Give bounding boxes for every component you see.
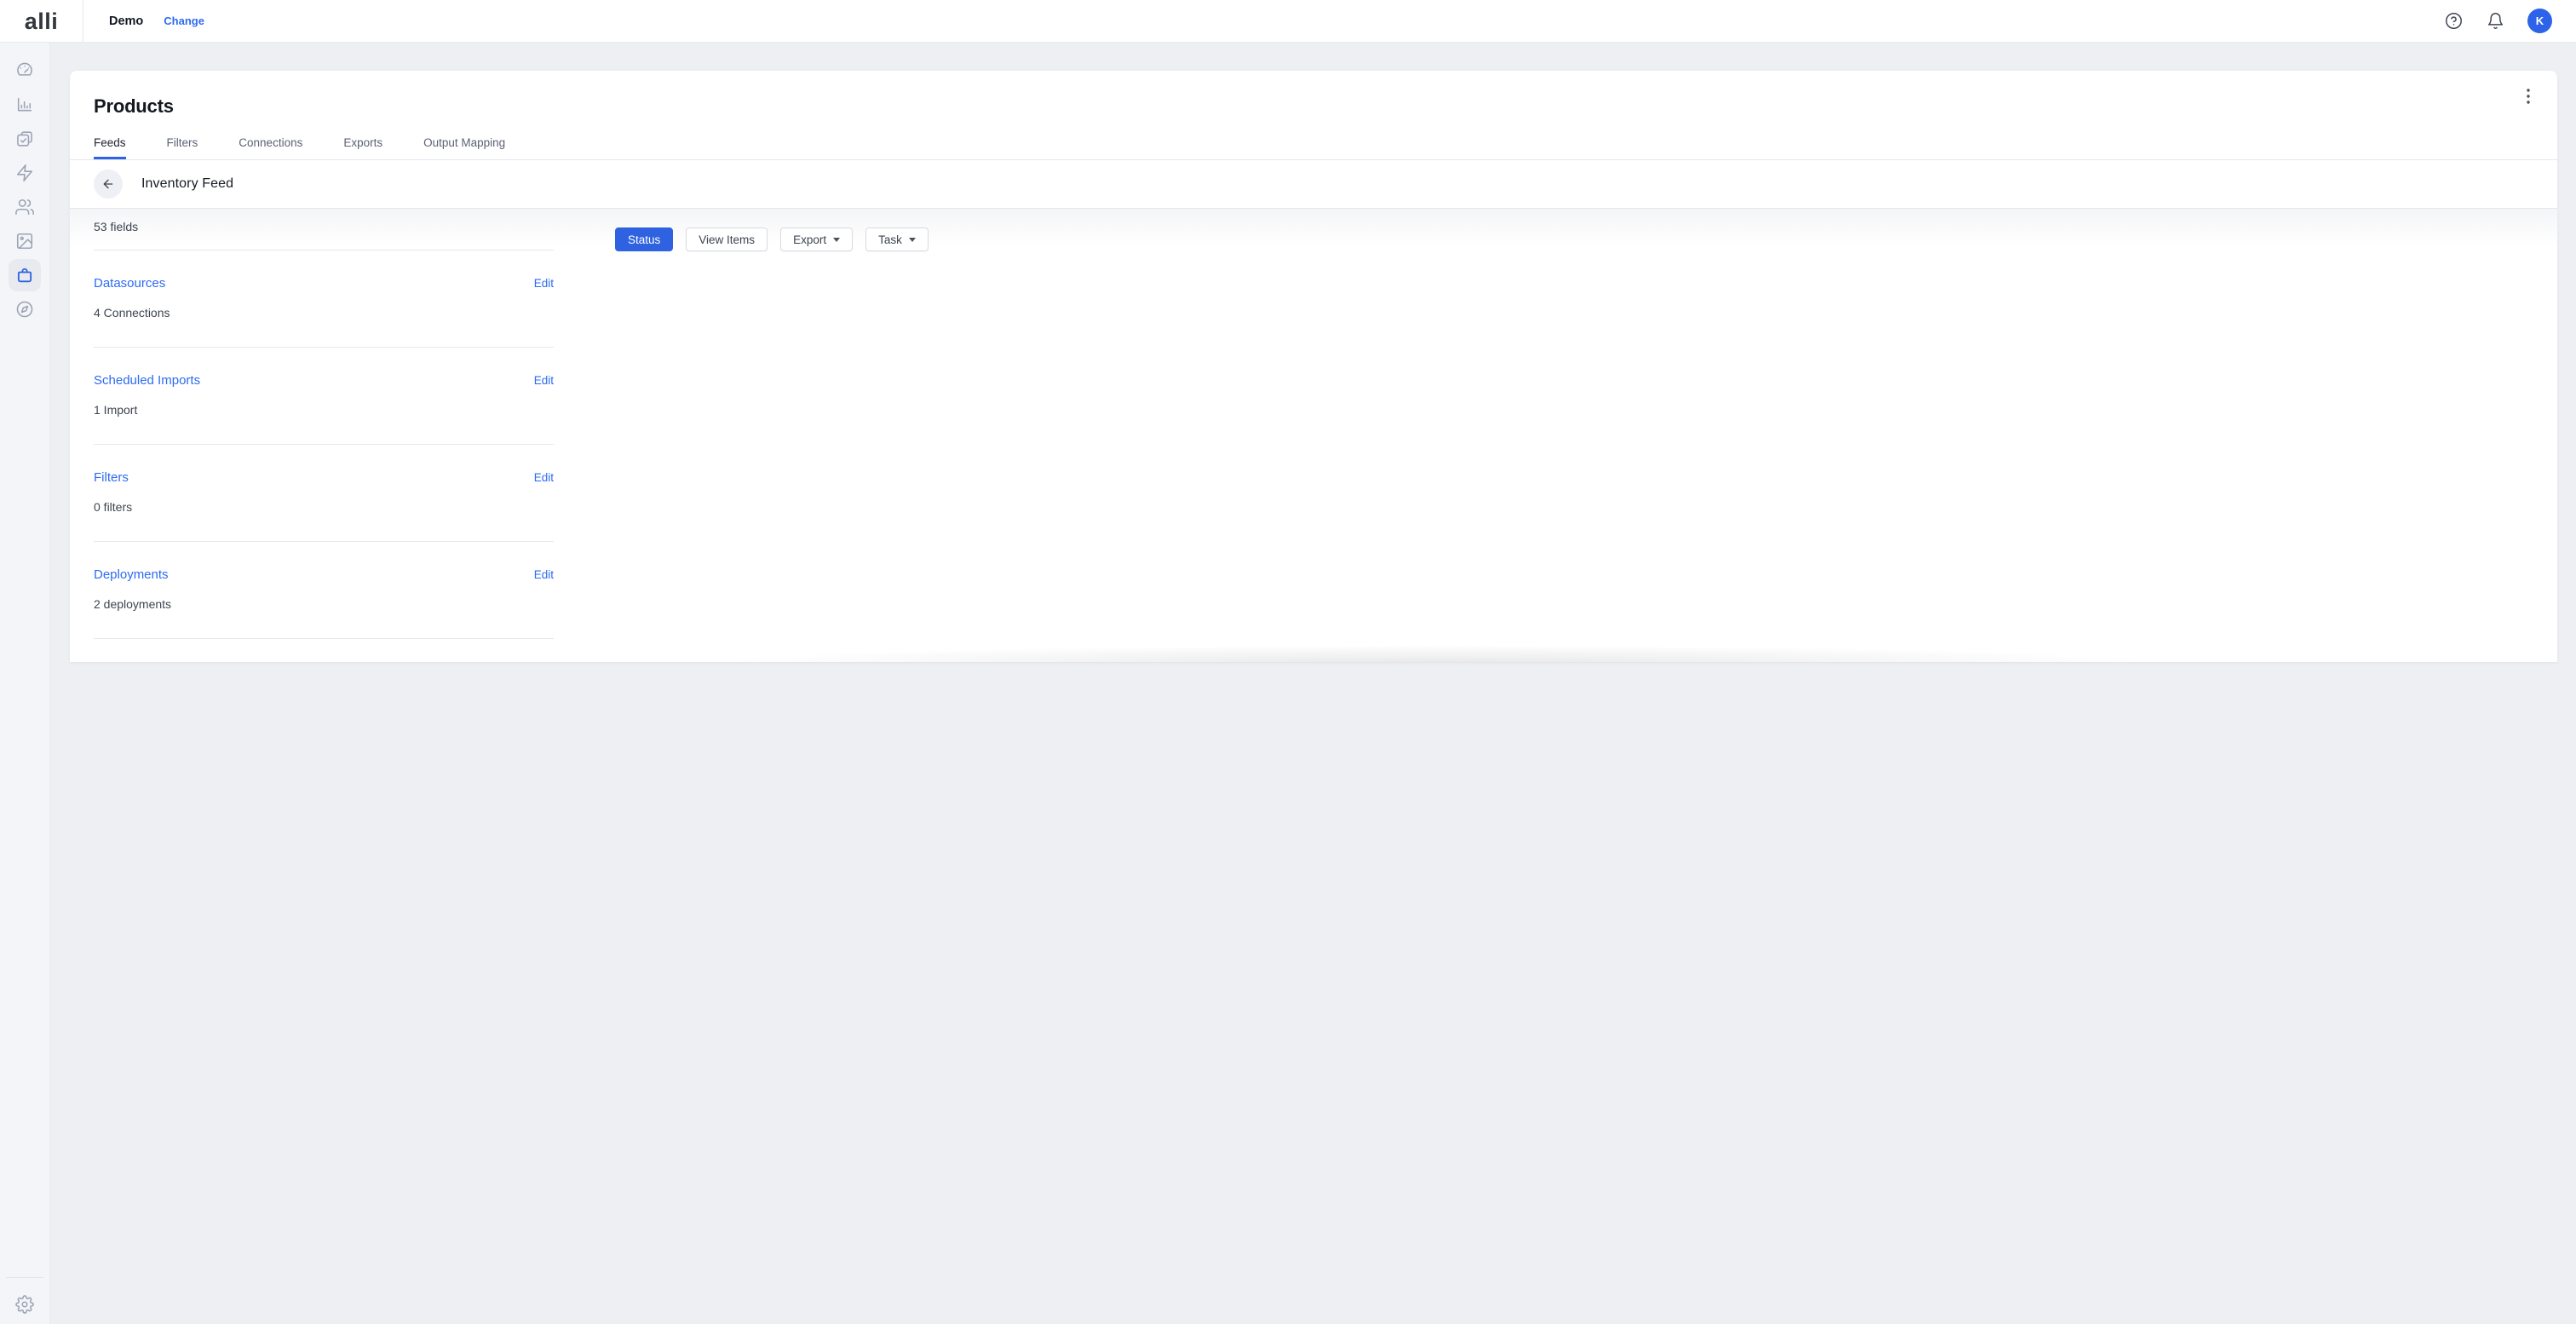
edit-link-datasources[interactable]: Edit	[534, 277, 554, 290]
notifications-button[interactable]	[2486, 12, 2504, 31]
fields-summary: 53 fields	[94, 209, 554, 250]
caret-down-icon	[909, 238, 916, 242]
sidebar-item-settings[interactable]	[9, 1288, 41, 1321]
edit-link-deployments[interactable]: Edit	[534, 568, 554, 581]
bell-icon	[2487, 12, 2504, 30]
sidebar-item-automations[interactable]	[9, 157, 41, 189]
section-head: Deployments Edit	[94, 567, 554, 582]
app-logo[interactable]: alli	[0, 0, 83, 43]
compass-icon	[15, 300, 34, 319]
change-workspace-link[interactable]: Change	[164, 14, 204, 27]
main-area: Products Feeds Filters Connections Exports O…	[50, 43, 2576, 1324]
card-header: Products	[94, 71, 2533, 118]
sidebar-item-discover[interactable]	[9, 293, 41, 325]
bar-chart-icon	[15, 95, 34, 114]
sidebar-item-dashboard[interactable]	[9, 55, 41, 87]
section-link-filters[interactable]: Filters	[94, 470, 129, 485]
lightning-icon	[15, 164, 34, 182]
section-deployments: Deployments Edit 2 deployments	[94, 542, 554, 639]
clipboard-check-icon	[15, 130, 34, 148]
tab-exports[interactable]: Exports	[343, 136, 382, 159]
section-scheduled-imports: Scheduled Imports Edit 1 Import	[94, 348, 554, 445]
sidebar-item-products[interactable]	[9, 259, 41, 291]
avatar[interactable]: K	[2527, 9, 2552, 33]
feed-summary-column: 53 fields Datasources Edit 4 Connections Sc…	[94, 209, 554, 639]
feed-actions: Status View Items Export Task	[615, 227, 929, 251]
sidebar-item-reports[interactable]	[9, 89, 41, 121]
section-count-datasources: 4 Connections	[94, 306, 554, 319]
sidebar-item-tasks[interactable]	[9, 123, 41, 155]
section-link-deployments[interactable]: Deployments	[94, 567, 169, 582]
task-dropdown-button[interactable]: Task	[865, 227, 929, 251]
bottom-scroll-shadow	[716, 645, 2159, 662]
gauge-icon	[15, 61, 34, 80]
shopping-bag-icon	[15, 266, 34, 285]
card-menu-button[interactable]	[2523, 85, 2533, 107]
page-title: Products	[94, 95, 174, 118]
section-count-deployments: 2 deployments	[94, 597, 554, 611]
users-icon	[15, 198, 34, 216]
section-link-scheduled-imports[interactable]: Scheduled Imports	[94, 373, 200, 388]
section-link-datasources[interactable]: Datasources	[94, 276, 165, 291]
status-button[interactable]: Status	[615, 227, 673, 251]
feed-title: Inventory Feed	[141, 176, 233, 192]
section-datasources: Datasources Edit 4 Connections	[94, 250, 554, 348]
tab-connections[interactable]: Connections	[239, 136, 302, 159]
workspace-name: Demo	[109, 14, 143, 28]
section-count-filters: 0 filters	[94, 500, 554, 514]
export-button-label: Export	[793, 233, 826, 246]
edit-link-filters[interactable]: Edit	[534, 471, 554, 484]
sidebar-item-audiences[interactable]	[9, 191, 41, 223]
edit-link-scheduled-imports[interactable]: Edit	[534, 374, 554, 387]
caret-down-icon	[833, 238, 840, 242]
tab-feeds[interactable]: Feeds	[94, 136, 126, 159]
products-card: Products Feeds Filters Connections Exports O…	[70, 71, 2557, 662]
section-filters: Filters Edit 0 filters	[94, 445, 554, 542]
image-icon	[15, 232, 34, 250]
feed-header: Inventory Feed	[70, 160, 2557, 209]
view-items-button[interactable]: View Items	[686, 227, 768, 251]
task-button-label: Task	[878, 233, 902, 246]
tab-bar: Feeds Filters Connections Exports Output Map…	[70, 136, 2557, 160]
help-button[interactable]	[2444, 12, 2463, 31]
kebab-icon	[2527, 89, 2530, 104]
view-items-button-label: View Items	[699, 233, 755, 246]
feed-content: 53 fields Datasources Edit 4 Connections Sc…	[94, 209, 2533, 639]
section-head: Datasources Edit	[94, 276, 554, 291]
tab-filters[interactable]: Filters	[167, 136, 198, 159]
back-button[interactable]	[94, 170, 123, 199]
gear-icon	[15, 1295, 34, 1314]
tab-output-mapping[interactable]: Output Mapping	[423, 136, 505, 159]
sidebar-bottom	[0, 1269, 49, 1324]
section-head: Scheduled Imports Edit	[94, 373, 554, 388]
sidebar-divider	[6, 1277, 43, 1278]
status-button-label: Status	[628, 233, 660, 246]
export-dropdown-button[interactable]: Export	[780, 227, 853, 251]
section-count-scheduled-imports: 1 Import	[94, 403, 554, 417]
topbar: alli Demo Change K	[0, 0, 2576, 43]
help-icon	[2445, 12, 2463, 30]
sidebar	[0, 43, 50, 1324]
section-head: Filters Edit	[94, 470, 554, 485]
arrow-left-icon	[101, 177, 115, 191]
sidebar-item-creative[interactable]	[9, 225, 41, 257]
topbar-actions: K	[2444, 9, 2576, 33]
